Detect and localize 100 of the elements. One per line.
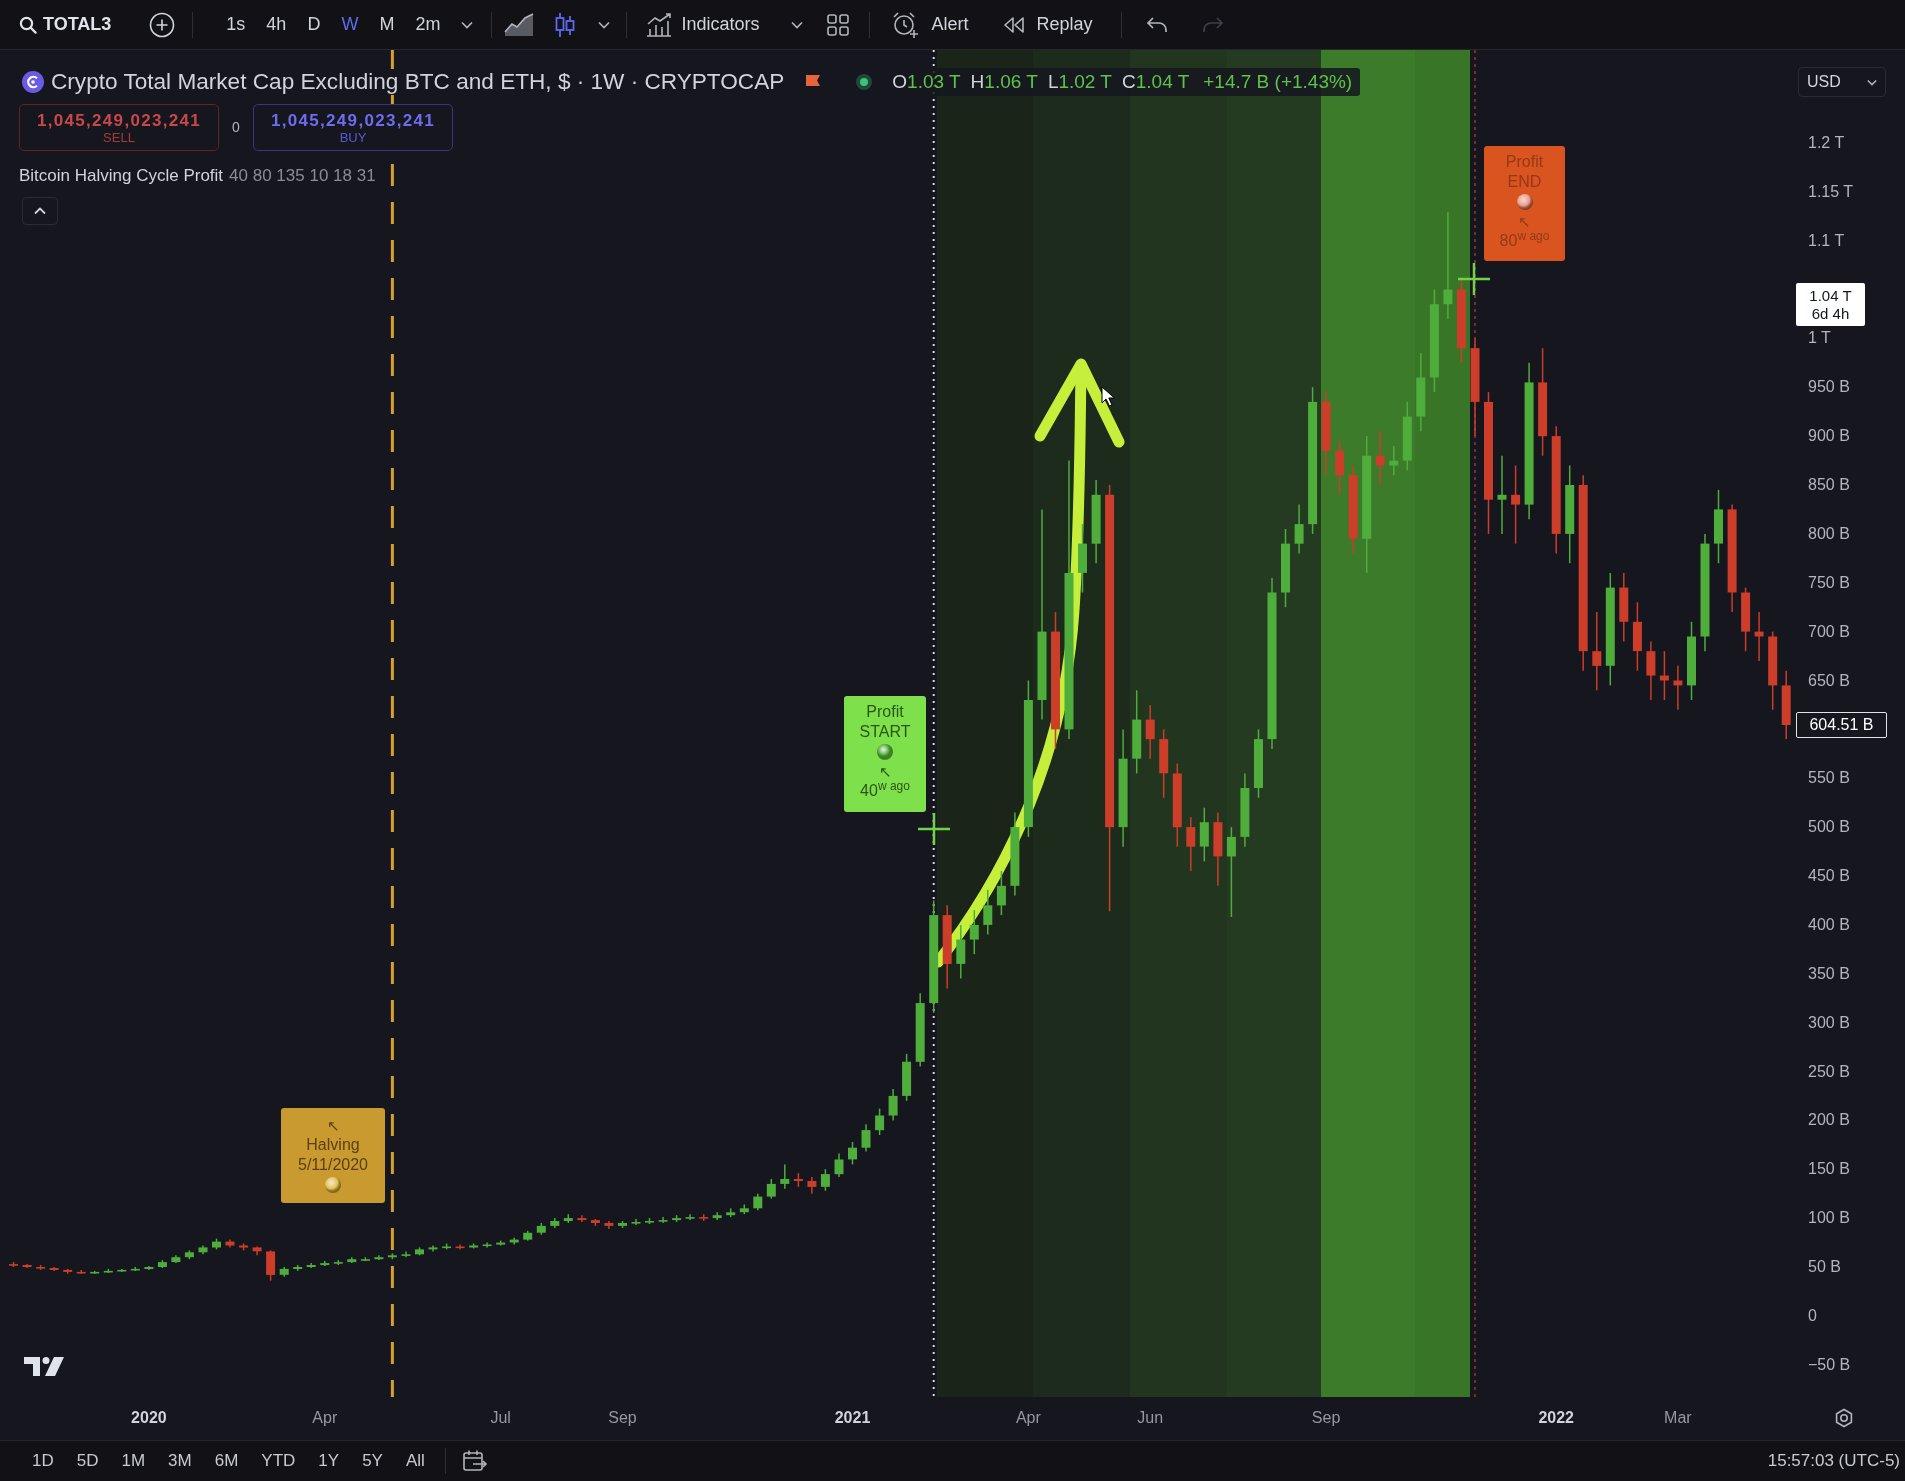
calendar-icon[interactable] (461, 1449, 488, 1473)
price-axis-label: 1.15 T (1808, 182, 1854, 201)
interval-button[interactable]: 2m (408, 7, 448, 42)
candle (983, 888, 993, 936)
time-axis-label: 2022 (1538, 1408, 1574, 1428)
candle (739, 1203, 749, 1215)
indicators-button[interactable]: Indicators (645, 7, 760, 42)
candle (252, 1245, 262, 1257)
range-button[interactable]: 5D (72, 1446, 103, 1476)
plus-circle-icon[interactable] (149, 11, 176, 38)
candle (90, 1270, 100, 1275)
candle (631, 1218, 641, 1226)
candle (279, 1266, 289, 1278)
price-axis-label: 750 B (1808, 573, 1850, 592)
settings-icon[interactable] (1834, 1408, 1854, 1428)
sell-button[interactable]: 1,045,249,023,241 SELL (19, 104, 219, 151)
candle (577, 1214, 587, 1223)
candle (536, 1222, 546, 1236)
callout-text: 80$^{w ago}$ (1499, 231, 1550, 251)
chevron-down-icon[interactable] (598, 20, 611, 29)
price-axis-label: 300 B (1808, 1013, 1850, 1032)
candle (9, 1261, 18, 1268)
range-button[interactable]: 1D (28, 1446, 58, 1476)
range-button[interactable]: YTD (257, 1446, 300, 1476)
range-button[interactable]: 1Y (314, 1446, 344, 1476)
replay-button[interactable]: Replay (1002, 7, 1093, 42)
candle (1159, 728, 1169, 799)
interval-button[interactable]: 1s (219, 7, 253, 42)
alert-button[interactable]: Alert (892, 7, 969, 42)
candle (753, 1192, 763, 1212)
candle (1254, 728, 1263, 799)
candle (699, 1213, 709, 1222)
area-chart-icon[interactable] (504, 12, 535, 37)
candle (1741, 586, 1751, 652)
price-axis-label: 350 B (1808, 964, 1850, 983)
time-axis-label: 2020 (131, 1408, 167, 1428)
candle (144, 1265, 154, 1271)
sphere-icon (325, 1177, 341, 1193)
candle (956, 924, 966, 980)
interval-button[interactable]: 4h (259, 7, 294, 42)
search-icon (19, 15, 37, 34)
time-axis-label: Apr (1015, 1408, 1041, 1428)
candle (496, 1239, 506, 1247)
candle (415, 1246, 424, 1257)
price-axis-label: 800 B (1808, 524, 1850, 543)
candle (1186, 816, 1196, 872)
time-axis-label: Jun (1137, 1408, 1164, 1428)
candle (848, 1141, 857, 1166)
chevron-down-icon (1867, 78, 1877, 86)
time-axis-label: Sep (1311, 1408, 1341, 1428)
range-button[interactable]: 6M (210, 1446, 243, 1476)
callout-text: START (859, 722, 911, 742)
price-axis-label: 100 B (1808, 1209, 1850, 1228)
candle (1294, 503, 1304, 555)
callout-text: Halving (306, 1135, 360, 1155)
range-button[interactable]: 3M (164, 1446, 196, 1476)
coin-icon (22, 71, 44, 93)
price-axis-label: 150 B (1808, 1160, 1850, 1179)
candle (184, 1249, 194, 1260)
candle (793, 1172, 803, 1188)
candle (157, 1259, 167, 1269)
collapse-button[interactable] (22, 197, 58, 225)
chart-title: Crypto Total Market Cap Excluding BTC and ETH, $ · 1W · CRYPTOCAP (51, 69, 785, 95)
candlestick-icon[interactable] (554, 11, 577, 38)
price-axis-label: 50 B (1808, 1258, 1841, 1276)
symbol-search-button[interactable]: TOTAL3 (19, 7, 112, 42)
candle (861, 1123, 871, 1153)
rewind-icon (1002, 15, 1027, 34)
range-button[interactable]: 5Y (358, 1446, 387, 1476)
price-axis-label: 450 B (1808, 867, 1850, 885)
candle (1402, 401, 1412, 472)
candle (387, 1252, 397, 1260)
time-axis-label: Sep (608, 1408, 637, 1428)
currency-dropdown[interactable]: USD (1798, 67, 1886, 97)
time-axis-label: Apr (312, 1408, 338, 1428)
chevron-down-icon[interactable] (461, 20, 474, 29)
candle (36, 1264, 46, 1271)
interval-button[interactable]: M (372, 7, 402, 42)
price-axis-label: 400 B (1808, 915, 1850, 934)
chevron-down-icon[interactable] (791, 20, 804, 29)
range-button[interactable]: All (401, 1446, 429, 1476)
range-button[interactable]: 1M (117, 1446, 150, 1476)
status-dot-icon (856, 74, 873, 90)
sphere-icon (877, 744, 893, 760)
chevron-up-icon (34, 207, 46, 215)
ohlc-label: H (970, 69, 985, 94)
price-axis-label: 1 T (1808, 329, 1831, 348)
candle (1078, 523, 1087, 594)
candle (685, 1213, 695, 1221)
buy-button[interactable]: 1,045,249,023,241 BUY (253, 104, 453, 151)
candle (550, 1217, 560, 1229)
candle (103, 1268, 113, 1274)
layout-grid-icon[interactable] (827, 13, 850, 36)
candle (672, 1214, 682, 1223)
candle (320, 1260, 330, 1267)
undo-icon[interactable] (1145, 15, 1168, 34)
price-axis-label: 900 B (1808, 427, 1850, 446)
interval-button[interactable]: W (334, 7, 366, 42)
price-axis-label: 950 B (1808, 378, 1850, 397)
interval-button[interactable]: D (300, 7, 328, 42)
